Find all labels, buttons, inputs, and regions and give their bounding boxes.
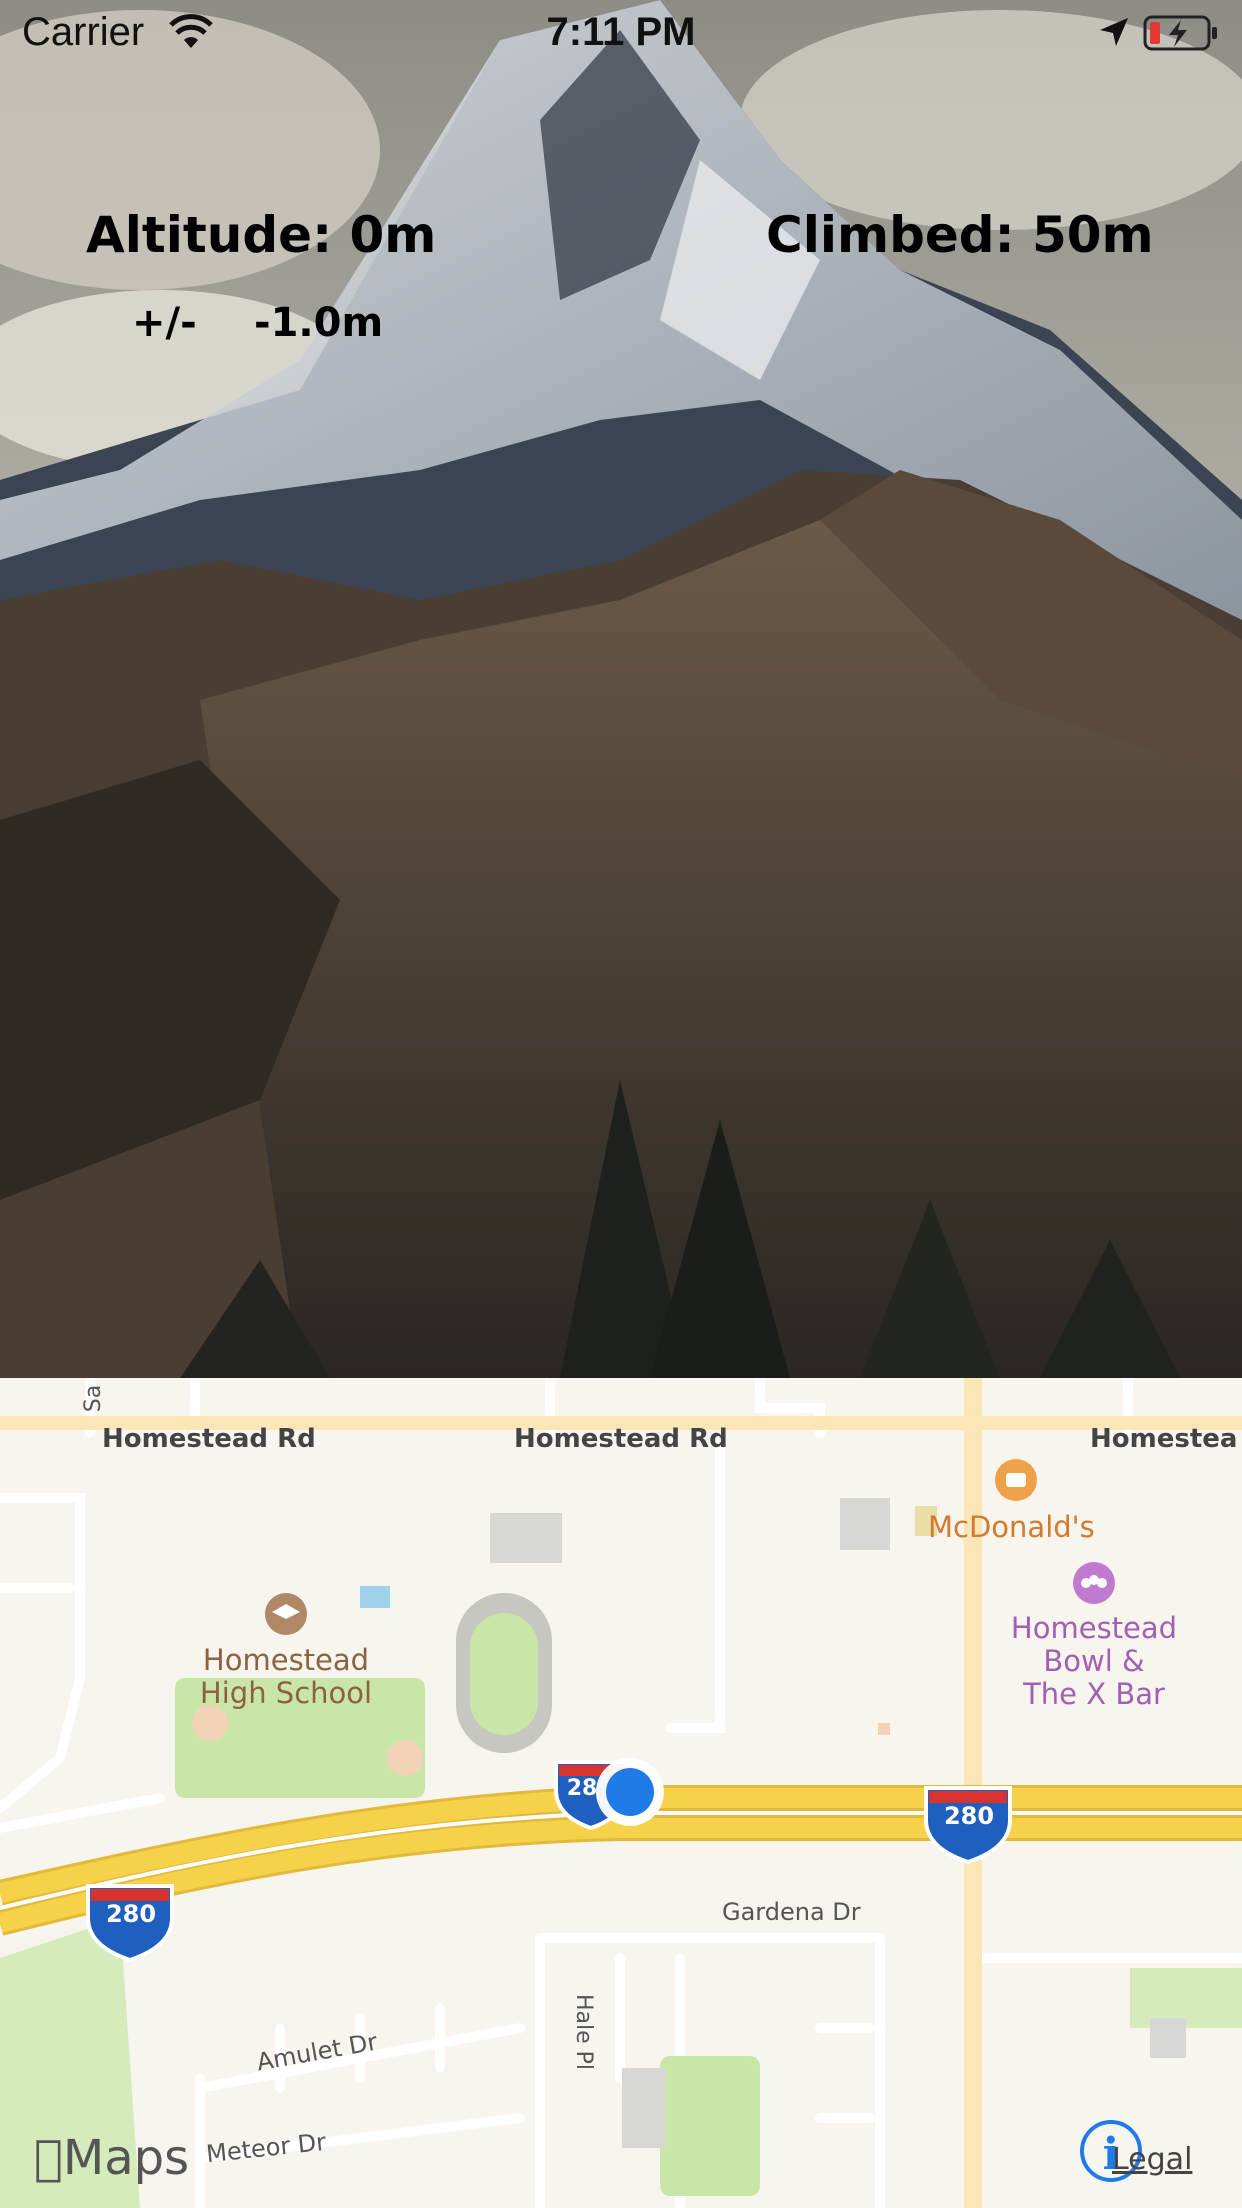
user-location-dot — [606, 1768, 654, 1816]
accuracy-label: +/- — [132, 300, 197, 346]
map-view[interactable]: Homestead Rd Homestead Rd Homestea Garde… — [0, 1378, 1242, 2208]
altitude-readout: Altitude: 0m — [86, 206, 437, 264]
i280-number-center: 28 — [566, 1776, 598, 1801]
gardena-dr-label: Gardena Dr — [722, 1898, 861, 1926]
homestead-rd-label-right: Homestea — [1090, 1424, 1238, 1454]
i280-number-right: 280 — [943, 1802, 995, 1830]
sa-road-label: Sa — [81, 1384, 107, 1413]
hale-pl-label: Hale Pl — [571, 1994, 596, 2071]
poi-mcdonalds[interactable]: McDonald's — [928, 1510, 1095, 1544]
i280-number-left: 280 — [105, 1900, 157, 1928]
mountain-header: Carrier 7:11 PM Altitude: 0m Climbed: 50… — [0, 0, 1242, 1378]
apple-icon:  — [34, 2130, 63, 2186]
clock: 7:11 PM — [546, 10, 696, 54]
apple-maps-logo: Maps — [34, 2130, 189, 2186]
accuracy-value: -1.0m — [254, 300, 384, 346]
poi-homestead-high-school[interactable]: Homestead High School — [186, 1644, 386, 1710]
climbed-readout: Climbed: 50m — [766, 206, 1154, 264]
poi-homestead-bowl[interactable]: Homestead Bowl & The X Bar — [994, 1612, 1194, 1711]
legal-link[interactable]: Legal — [1112, 2142, 1192, 2177]
location-arrow-icon — [1100, 18, 1128, 46]
homestead-rd-label-mid: Homestead Rd — [514, 1424, 728, 1454]
homestead-rd-label-left: Homestead Rd — [102, 1424, 316, 1454]
map-canvas[interactable] — [0, 1378, 1242, 2208]
battery-icon — [1143, 15, 1217, 51]
status-bar: Carrier 7:11 PM — [0, 0, 1242, 66]
